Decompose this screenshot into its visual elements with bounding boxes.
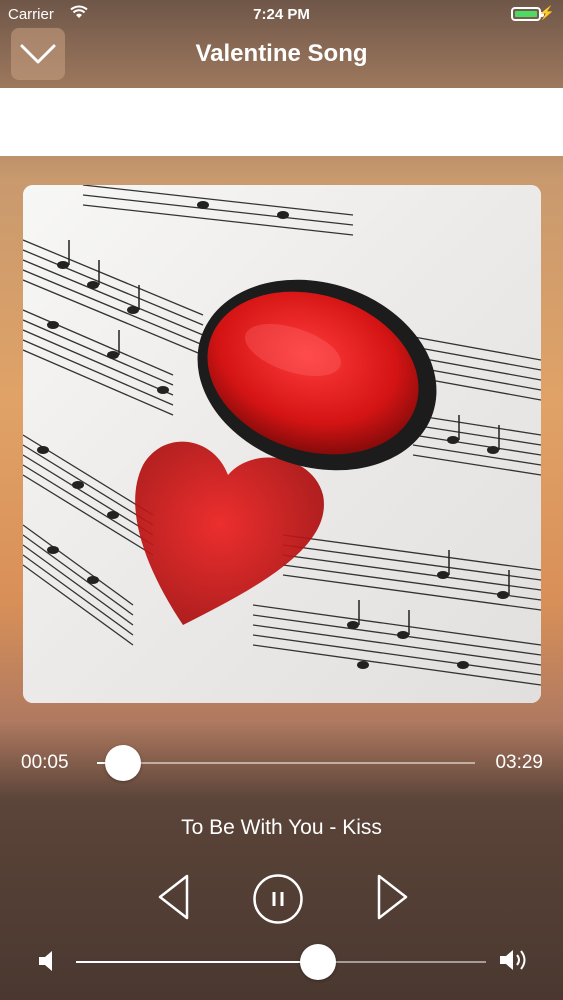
previous-icon xyxy=(158,874,189,920)
battery-icon xyxy=(511,7,544,21)
progress-slider-thumb[interactable] xyxy=(105,745,142,781)
previous-button[interactable] xyxy=(155,872,191,927)
pause-icon xyxy=(253,874,303,924)
progress-track[interactable] xyxy=(97,762,475,764)
total-duration: 03:29 xyxy=(495,752,543,773)
pause-button[interactable] xyxy=(252,873,304,930)
white-banner xyxy=(0,88,563,156)
status-bar: Carrier 7:24 PM ⚡ xyxy=(0,0,563,28)
song-title: To Be With You - Kiss xyxy=(181,816,382,839)
next-icon xyxy=(377,874,408,920)
album-artwork xyxy=(23,185,541,703)
page-title: Valentine Song xyxy=(195,40,368,67)
volume-slider-thumb[interactable] xyxy=(299,944,336,980)
volume-high-icon xyxy=(500,950,526,970)
volume-fill xyxy=(76,961,318,963)
charging-icon: ⚡ xyxy=(538,5,555,20)
volume-track[interactable] xyxy=(76,961,486,963)
navigation-bar: Valentine Song xyxy=(0,28,563,88)
next-button[interactable] xyxy=(375,872,411,927)
elapsed-time: 00:05 xyxy=(21,752,69,773)
status-time: 7:24 PM xyxy=(253,6,310,23)
volume-low-icon xyxy=(39,951,52,971)
